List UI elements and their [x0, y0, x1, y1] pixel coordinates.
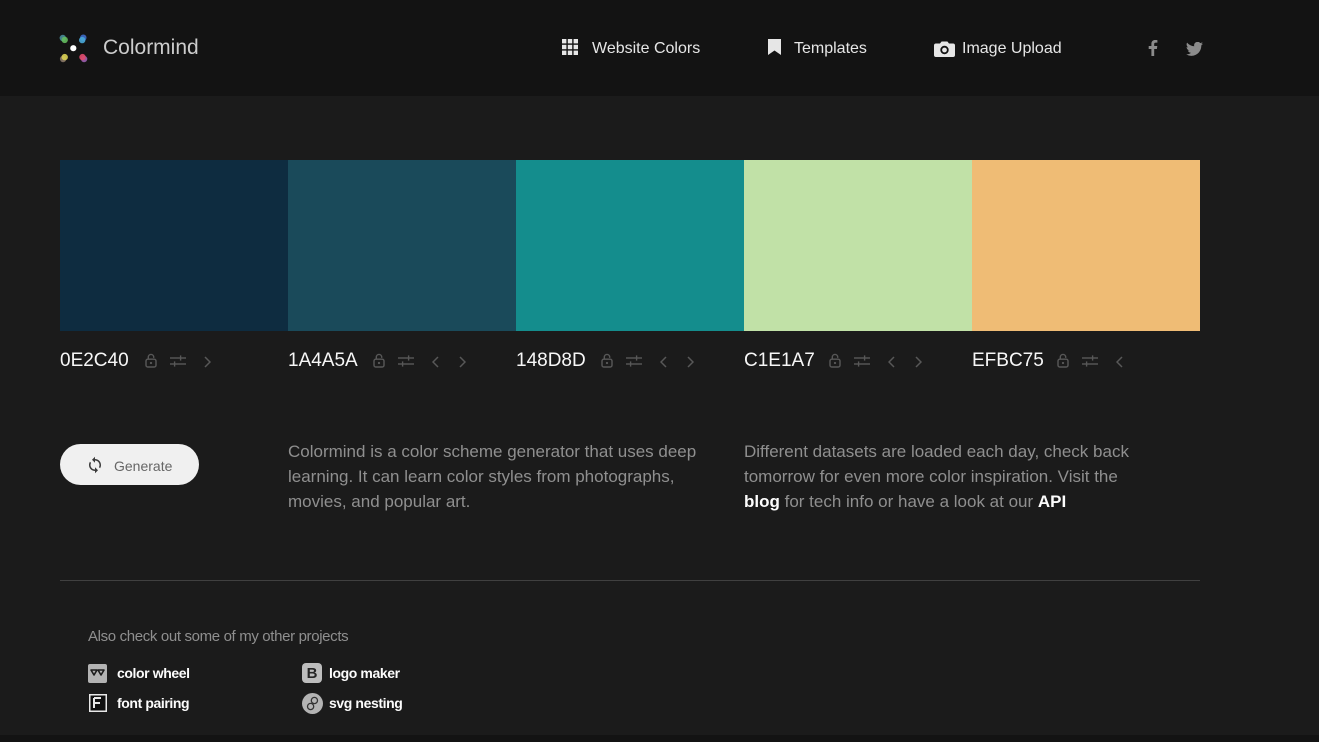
svg-text:B: B	[307, 665, 318, 682]
